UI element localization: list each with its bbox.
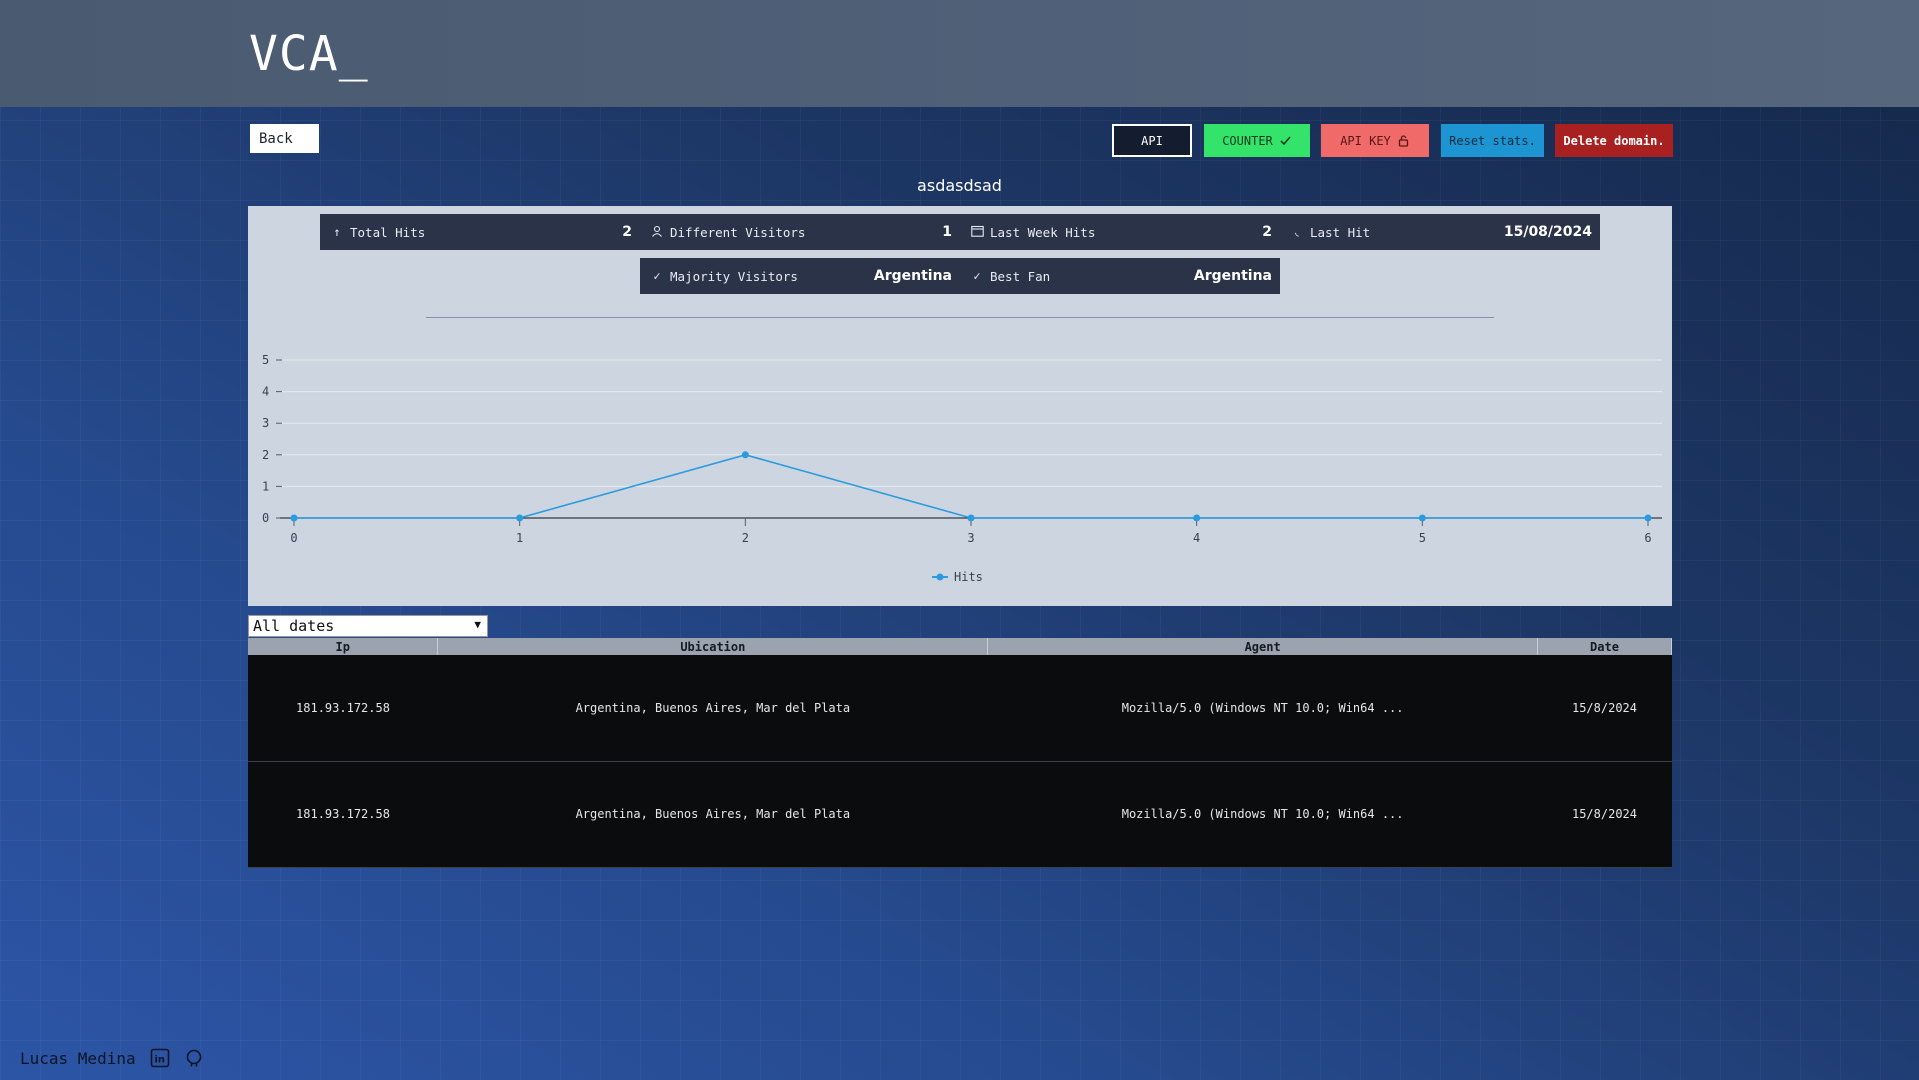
counter-label: COUNTER [1222,133,1273,148]
x-tick-label: 1 [516,531,523,545]
check-icon [1280,136,1291,146]
data-point [516,514,524,522]
footer: Lucas Medina in [20,1048,204,1068]
table-header-row: Ip Ubication Agent Date [248,638,1672,655]
legend-label: Hits [954,570,983,584]
api-key-button[interactable]: API KEY [1321,124,1429,157]
cell-date: 15/8/2024 [1537,655,1672,762]
cell-ip: 181.93.172.58 [248,761,438,868]
api-label: API [1141,133,1163,148]
cell-ubication: Argentina, Buenos Aires, Mar del Plata [437,655,988,762]
x-tick-label: 0 [290,531,297,545]
stats-panel: ↑ Total Hits 2 Different Visitors 1 Last… [248,206,1672,606]
counter-button[interactable]: COUNTER [1204,124,1310,157]
y-tick-label: 0 [262,511,269,525]
author-name: Lucas Medina [20,1048,136,1068]
y-tick-label: 5 [262,353,269,367]
date-filter-select[interactable]: All dates ▼ [248,615,488,637]
cell-ip: 181.93.172.58 [248,655,438,762]
date-filter-value: All dates [253,617,335,635]
cell-agent: Mozilla/5.0 (Windows NT 10.0; Win64 ... [987,761,1538,868]
data-point [967,514,975,522]
top-header: VCA_ [0,0,1919,107]
y-tick-label: 3 [262,416,269,430]
column-header-ubication: Ubication [437,638,989,655]
x-tick-label: 3 [967,531,974,545]
table-row: 181.93.172.58 Argentina, Buenos Aires, M… [248,761,1672,868]
api-button[interactable]: API [1112,124,1192,157]
x-tick-label: 5 [1419,531,1426,545]
column-header-agent: Agent [987,638,1539,655]
data-point [1644,514,1652,522]
github-icon[interactable] [184,1048,204,1068]
cell-date: 15/8/2024 [1537,761,1672,868]
svg-text:in: in [154,1055,165,1066]
hits-table: Ip Ubication Agent Date 181.93.172.58 Ar… [248,638,1672,868]
column-header-ip: Ip [248,638,439,655]
column-header-date: Date [1537,638,1672,655]
linkedin-icon[interactable]: in [150,1048,170,1068]
data-point [1193,514,1201,522]
cell-ubication: Argentina, Buenos Aires, Mar del Plata [437,761,988,868]
api-key-label: API KEY [1340,133,1391,148]
data-point [290,514,298,522]
reset-stats-button[interactable]: Reset stats. [1441,124,1544,157]
delete-domain-label: Delete domain. [1563,133,1665,148]
reset-stats-label: Reset stats. [1449,133,1536,148]
x-tick-label: 4 [1193,531,1200,545]
data-point [741,451,749,459]
x-tick-label: 2 [742,531,749,545]
table-row: 181.93.172.58 Argentina, Buenos Aires, M… [248,655,1672,762]
cell-agent: Mozilla/5.0 (Windows NT 10.0; Win64 ... [987,655,1538,762]
legend-marker [936,573,944,581]
y-tick-label: 2 [262,448,269,462]
unlock-icon [1398,135,1408,147]
delete-domain-button[interactable]: Delete domain. [1555,124,1673,157]
data-point [1418,514,1426,522]
y-tick-label: 4 [262,385,269,399]
chevron-down-icon: ▼ [474,618,481,631]
y-tick-label: 1 [262,479,269,493]
app-logo: VCA_ [249,26,369,82]
hits-line-chart: 0 1 2 3 4 5 0 1 2 3 4 5 6 Hits [262,353,1662,584]
domain-title: asdasdsad [917,176,1002,195]
back-button[interactable]: Back [250,124,319,153]
x-tick-label: 6 [1644,531,1651,545]
